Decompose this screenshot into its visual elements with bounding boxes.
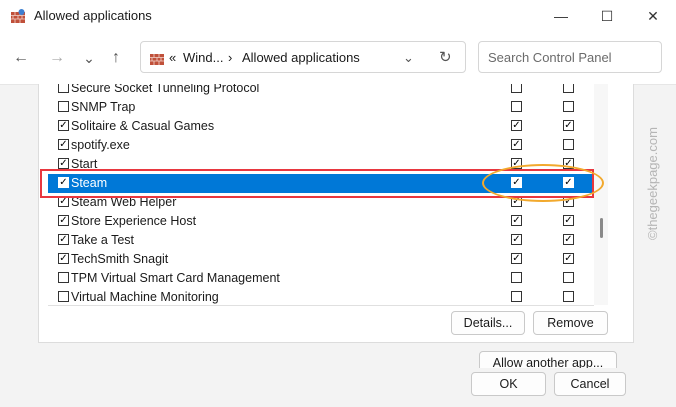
app-enabled-checkbox[interactable] bbox=[58, 101, 69, 112]
app-enabled-checkbox[interactable]: ✓ bbox=[58, 139, 69, 150]
address-bar[interactable]: « Wind... › Allowed applications ⌄ ↻ bbox=[140, 41, 466, 73]
app-row[interactable]: ✓ Solitaire & Casual Games ✓ ✓ bbox=[48, 117, 594, 136]
address-dropdown-icon[interactable]: ⌄ bbox=[403, 50, 414, 66]
app-enabled-checkbox[interactable] bbox=[58, 84, 69, 93]
orange-highlight-oval bbox=[482, 164, 604, 202]
app-enabled-checkbox[interactable]: ✓ bbox=[58, 158, 69, 169]
private-network-checkbox[interactable]: ✓ bbox=[511, 120, 522, 131]
maximize-icon: ☐ bbox=[600, 7, 614, 24]
app-enabled-checkbox[interactable]: ✓ bbox=[58, 215, 69, 226]
firewall-location-icon bbox=[150, 54, 164, 65]
app-name: Secure Socket Tunneling Protocol bbox=[71, 84, 260, 95]
watermark: ©thegeekpage.com bbox=[645, 100, 665, 250]
ok-button[interactable]: OK bbox=[471, 372, 546, 396]
window-title: Allowed applications bbox=[34, 8, 152, 23]
public-network-checkbox[interactable]: ✓ bbox=[563, 215, 574, 226]
remove-button[interactable]: Remove bbox=[533, 311, 608, 335]
app-row[interactable]: ✓ Store Experience Host ✓ ✓ bbox=[48, 212, 594, 231]
app-name: SNMP Trap bbox=[71, 100, 136, 114]
scrollbar-thumb[interactable] bbox=[600, 218, 603, 238]
public-network-checkbox[interactable]: ✓ bbox=[563, 253, 574, 264]
private-network-checkbox[interactable] bbox=[511, 291, 522, 302]
public-network-checkbox[interactable] bbox=[563, 272, 574, 283]
app-name: spotify.exe bbox=[71, 138, 130, 152]
cancel-button[interactable]: Cancel bbox=[554, 372, 626, 396]
private-network-checkbox[interactable]: ✓ bbox=[511, 139, 522, 150]
private-network-checkbox[interactable] bbox=[511, 84, 522, 93]
breadcrumb-separator-icon: › bbox=[228, 50, 233, 65]
forward-arrow-icon[interactable]: → bbox=[47, 48, 67, 68]
public-network-checkbox[interactable] bbox=[563, 84, 574, 93]
app-row[interactable]: ✓ TechSmith Snagit ✓ ✓ bbox=[48, 250, 594, 269]
public-network-checkbox[interactable]: ✓ bbox=[563, 234, 574, 245]
maximize-button[interactable]: ☐ bbox=[584, 0, 630, 32]
breadcrumb-item-current[interactable]: Allowed applications bbox=[242, 50, 360, 65]
back-arrow-icon[interactable]: ← bbox=[11, 48, 31, 68]
app-row[interactable]: Virtual Machine Monitoring bbox=[48, 288, 594, 305]
up-arrow-icon[interactable]: ↑ bbox=[106, 48, 126, 68]
public-network-checkbox[interactable] bbox=[563, 101, 574, 112]
app-enabled-checkbox[interactable]: ✓ bbox=[58, 234, 69, 245]
minimize-button[interactable]: — bbox=[538, 0, 584, 32]
details-button[interactable]: Details... bbox=[451, 311, 525, 335]
app-name: TechSmith Snagit bbox=[71, 252, 169, 266]
private-network-checkbox[interactable]: ✓ bbox=[511, 215, 522, 226]
app-enabled-checkbox[interactable]: ✓ bbox=[58, 253, 69, 264]
app-row[interactable]: TPM Virtual Smart Card Management bbox=[48, 269, 594, 288]
watermark-text: ©thegeekpage.com bbox=[645, 127, 660, 240]
close-button[interactable]: ✕ bbox=[630, 0, 676, 32]
minimize-icon: — bbox=[554, 8, 568, 24]
app-name: Solitaire & Casual Games bbox=[71, 119, 215, 133]
private-network-checkbox[interactable]: ✓ bbox=[511, 253, 522, 264]
app-name: Store Experience Host bbox=[71, 214, 197, 228]
public-network-checkbox[interactable]: ✓ bbox=[563, 120, 574, 131]
app-row[interactable]: ✓ Take a Test ✓ ✓ bbox=[48, 231, 594, 250]
app-enabled-checkbox[interactable]: ✓ bbox=[58, 120, 69, 131]
refresh-icon[interactable]: ↻ bbox=[439, 48, 452, 66]
public-network-checkbox[interactable] bbox=[563, 139, 574, 150]
private-network-checkbox[interactable] bbox=[511, 101, 522, 112]
private-network-checkbox[interactable] bbox=[511, 272, 522, 283]
recent-locations-icon[interactable]: ⌄ bbox=[79, 48, 99, 68]
breadcrumb-item[interactable]: Wind... bbox=[183, 50, 223, 65]
app-enabled-checkbox[interactable] bbox=[58, 291, 69, 302]
firewall-app-icon bbox=[11, 9, 25, 23]
dialog-footer: OK Cancel bbox=[0, 368, 676, 407]
search-placeholder: Search Control Panel bbox=[488, 50, 612, 65]
app-row[interactable]: Secure Socket Tunneling Protocol bbox=[48, 84, 594, 98]
navigation-bar: ← → ⌄ ↑ « Wind... › Allowed applications… bbox=[0, 32, 676, 85]
private-network-checkbox[interactable]: ✓ bbox=[511, 234, 522, 245]
breadcrumb-overflow-icon[interactable]: « bbox=[169, 50, 176, 65]
app-row[interactable]: ✓ spotify.exe ✓ bbox=[48, 136, 594, 155]
app-row[interactable]: SNMP Trap bbox=[48, 98, 594, 117]
app-name: Take a Test bbox=[71, 233, 135, 247]
app-name: TPM Virtual Smart Card Management bbox=[71, 271, 280, 285]
search-box[interactable]: Search Control Panel bbox=[478, 41, 662, 73]
title-bar: Allowed applications — ☐ ✕ bbox=[0, 0, 676, 32]
list-scrollbar[interactable] bbox=[594, 84, 608, 305]
app-name: Virtual Machine Monitoring bbox=[71, 290, 219, 304]
public-network-checkbox[interactable] bbox=[563, 291, 574, 302]
app-enabled-checkbox[interactable] bbox=[58, 272, 69, 283]
close-icon: ✕ bbox=[647, 7, 659, 24]
